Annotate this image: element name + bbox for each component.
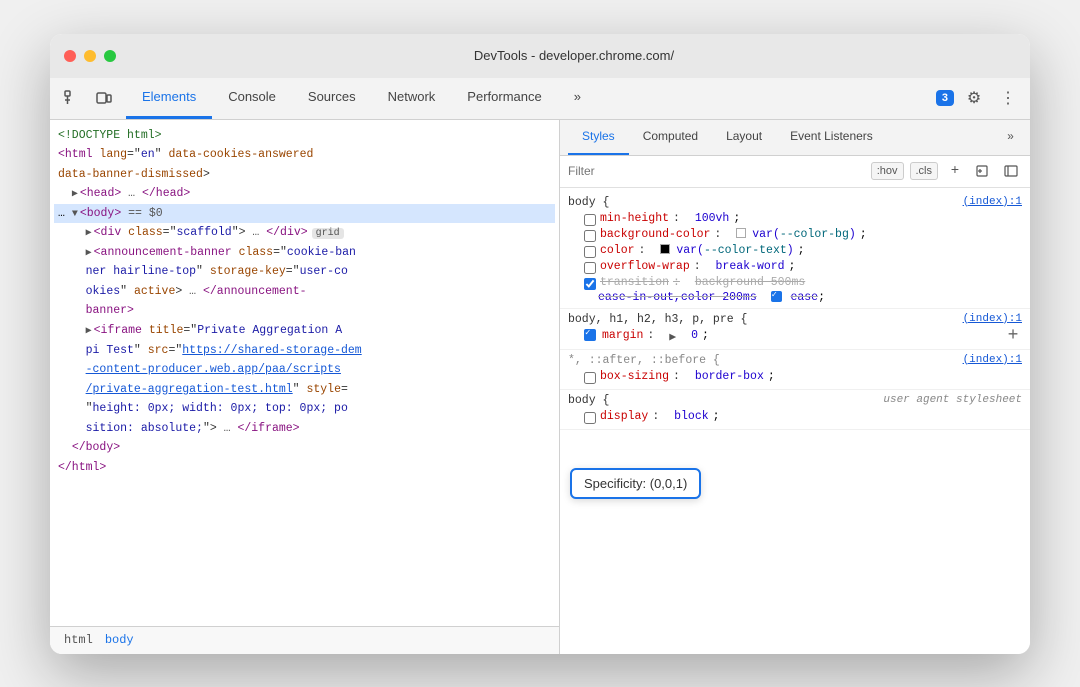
head-line[interactable]: ▶<head> … </head>: [54, 184, 555, 204]
computed-styles-icon[interactable]: [1000, 160, 1022, 182]
doctype-line: <!DOCTYPE html>: [54, 126, 555, 146]
style-rule-body-ua: body { user agent stylesheet display: bl…: [560, 390, 1030, 430]
tab-console[interactable]: Console: [212, 78, 292, 119]
rule-origin[interactable]: (index):1: [963, 313, 1022, 325]
hov-filter-btn[interactable]: :hov: [871, 162, 904, 180]
new-style-rule-icon[interactable]: [972, 160, 994, 182]
rule-origin[interactable]: (index):1: [963, 354, 1022, 366]
tab-more[interactable]: »: [558, 78, 597, 119]
prop-checkbox[interactable]: [584, 246, 596, 258]
rule-prop-overflow-wrap: overflow-wrap: break-word;: [568, 259, 1022, 275]
prop-checkbox-checked[interactable]: [584, 278, 596, 290]
rule-prop-transition: transition: background 500ms: [568, 275, 1022, 291]
iframe-line3: -content-producer.web.app/paa/scripts: [54, 360, 555, 380]
iframe-line5: "height: 0px; width: 0px; top: 0px; po: [54, 399, 555, 419]
html-open-line: <html lang="en" data-cookies-answered: [54, 145, 555, 165]
body-close-line: </body>: [54, 438, 555, 458]
specificity-tooltip: Specificity: (0,0,1): [570, 468, 701, 499]
elements-panel: <!DOCTYPE html> <html lang="en" data-coo…: [50, 120, 560, 654]
add-property-btn[interactable]: +: [1004, 327, 1022, 345]
rule-selector[interactable]: body, h1, h2, h3, p, pre {: [568, 313, 1022, 326]
prop-checkbox[interactable]: [584, 214, 596, 226]
window-title: DevTools - developer.chrome.com/: [132, 48, 1016, 63]
issues-badge[interactable]: 3: [936, 90, 954, 106]
html-close-line: </html>: [54, 458, 555, 478]
tab-layout[interactable]: Layout: [712, 120, 776, 155]
rule-origin-ua: user agent stylesheet: [883, 394, 1022, 406]
iframe-line1[interactable]: ▶<iframe title="Private Aggregation A: [54, 321, 555, 341]
tab-network[interactable]: Network: [372, 78, 452, 119]
device-toggle-icon[interactable]: [90, 84, 118, 112]
rule-prop-bg-color: background-color: var(--color-bg);: [568, 227, 1022, 243]
settings-icon[interactable]: ⚙: [960, 84, 988, 112]
tab-sources[interactable]: Sources: [292, 78, 372, 119]
prop-checkbox[interactable]: [584, 412, 596, 424]
body-line[interactable]: … ▼<body> == $0: [54, 204, 555, 224]
rule-prop-display: display: block;: [568, 409, 1022, 425]
announcement-line4: banner>: [54, 301, 555, 321]
styles-content[interactable]: body { (index):1 min-height: 100vh; back…: [560, 188, 1030, 654]
prop-checkbox[interactable]: [584, 372, 596, 384]
tab-computed[interactable]: Computed: [629, 120, 712, 155]
tab-event-listeners[interactable]: Event Listeners: [776, 120, 887, 155]
tab-more-styles[interactable]: »: [999, 120, 1022, 155]
prop-checkbox[interactable]: [584, 262, 596, 274]
inspect-icon[interactable]: [58, 84, 86, 112]
style-rule-star: *, ::after, ::before { (index):1 box-siz…: [560, 350, 1030, 390]
cls-filter-btn[interactable]: .cls: [910, 162, 939, 180]
announcement-line1[interactable]: ▶<announcement-banner class="cookie-ban: [54, 243, 555, 263]
tab-elements[interactable]: Elements: [126, 78, 212, 119]
devtools-tabs: Elements Console Sources Network Perform…: [126, 78, 597, 119]
toolbar-right: 3 ⚙ ⋮: [936, 78, 1022, 119]
tab-performance[interactable]: Performance: [451, 78, 557, 119]
rule-prop-color: color: var(--color-text);: [568, 243, 1022, 259]
iframe-line4: /private-aggregation-test.html" style=: [54, 380, 555, 400]
fullscreen-button[interactable]: [104, 50, 116, 62]
devtools-toolbar: Elements Console Sources Network Perform…: [50, 78, 1030, 120]
rule-prop-box-sizing: box-sizing: border-box;: [568, 369, 1022, 385]
titlebar: DevTools - developer.chrome.com/: [50, 34, 1030, 78]
more-options-icon[interactable]: ⋮: [994, 84, 1022, 112]
elements-content[interactable]: <!DOCTYPE html> <html lang="en" data-coo…: [50, 120, 559, 626]
rule-prop-min-height: min-height: 100vh;: [568, 211, 1022, 227]
announcement-line2: ner hairline-top" storage-key="user-co: [54, 262, 555, 282]
devtools-main: <!DOCTYPE html> <html lang="en" data-coo…: [50, 120, 1030, 654]
rule-prop-margin: margin: ▶ 0;: [568, 328, 1022, 345]
iframe-line6: sition: absolute;"> … </iframe>: [54, 419, 555, 439]
breadcrumb-html[interactable]: html: [58, 631, 99, 649]
rule-selector[interactable]: *, ::after, ::before {: [568, 354, 1022, 367]
toolbar-icons: [58, 78, 126, 119]
scaffold-line[interactable]: ▶<div class="scaffold"> … </div>grid: [54, 223, 555, 243]
rule-origin[interactable]: (index):1: [963, 196, 1022, 208]
announcement-line3: okies" active> … </announcement-: [54, 282, 555, 302]
traffic-lights: [64, 50, 116, 62]
styles-panel: Styles Computed Layout Event Listeners »: [560, 120, 1030, 654]
add-style-icon[interactable]: +: [944, 160, 966, 182]
filter-input[interactable]: [568, 164, 865, 178]
devtools-window: DevTools - developer.chrome.com/ Element…: [50, 34, 1030, 654]
style-rule-body-h1: body, h1, h2, h3, p, pre { (index):1 mar…: [560, 309, 1030, 350]
tab-styles[interactable]: Styles: [568, 120, 629, 155]
html-open-cont: data-banner-dismissed>: [54, 165, 555, 185]
style-rule-body-1: body { (index):1 min-height: 100vh; back…: [560, 192, 1030, 309]
close-button[interactable]: [64, 50, 76, 62]
styles-tabs: Styles Computed Layout Event Listeners »: [560, 120, 1030, 156]
filter-bar: :hov .cls +: [560, 156, 1030, 188]
rule-selector[interactable]: body {: [568, 196, 1022, 209]
breadcrumb-body[interactable]: body: [99, 631, 140, 649]
breadcrumb: html body: [50, 626, 559, 654]
prop-checkbox[interactable]: [584, 230, 596, 242]
minimize-button[interactable]: [84, 50, 96, 62]
iframe-line2: pi Test" src="https://shared-storage-dem: [54, 341, 555, 361]
